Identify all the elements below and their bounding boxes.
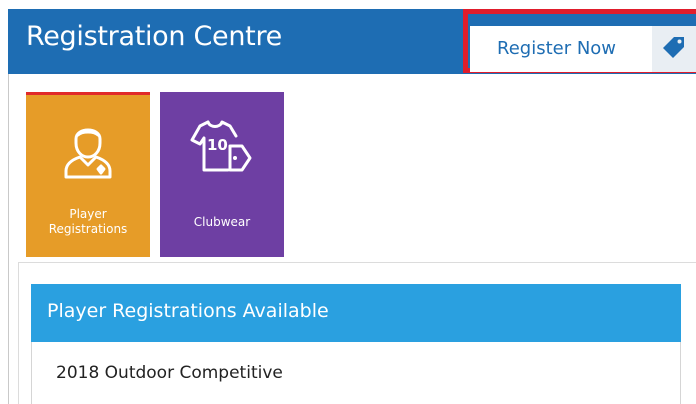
tile-player-label: Player Registrations — [26, 207, 150, 237]
tile-player-registrations[interactable]: Player Registrations — [26, 92, 150, 257]
tile-clubwear[interactable]: 10 Clubwear — [160, 92, 284, 257]
registration-page: Registration Centre Register Now Player … — [0, 0, 696, 404]
tile-player-label-line1: Player — [69, 207, 107, 221]
tile-player-label-line2: Registrations — [48, 222, 128, 236]
register-tag-container — [652, 26, 696, 72]
registration-item-label: 2018 Outdoor Competitive — [56, 363, 283, 383]
tile-clubwear-label: Clubwear — [193, 215, 251, 229]
registration-item[interactable]: 2018 Outdoor Competitive — [31, 342, 681, 404]
jersey-tag-icon: 10 — [160, 116, 284, 178]
available-registrations-header: Player Registrations Available — [31, 284, 681, 342]
left-divider — [8, 74, 9, 404]
tag-icon — [662, 35, 686, 64]
available-registrations-title: Player Registrations Available — [47, 300, 329, 322]
player-icon — [26, 119, 150, 181]
register-now-button[interactable]: Register Now — [470, 26, 696, 72]
page-title: Registration Centre — [26, 21, 282, 52]
svg-text:10: 10 — [207, 136, 228, 154]
register-now-label: Register Now — [497, 38, 617, 59]
header-bar: Registration Centre Register Now — [8, 9, 696, 74]
